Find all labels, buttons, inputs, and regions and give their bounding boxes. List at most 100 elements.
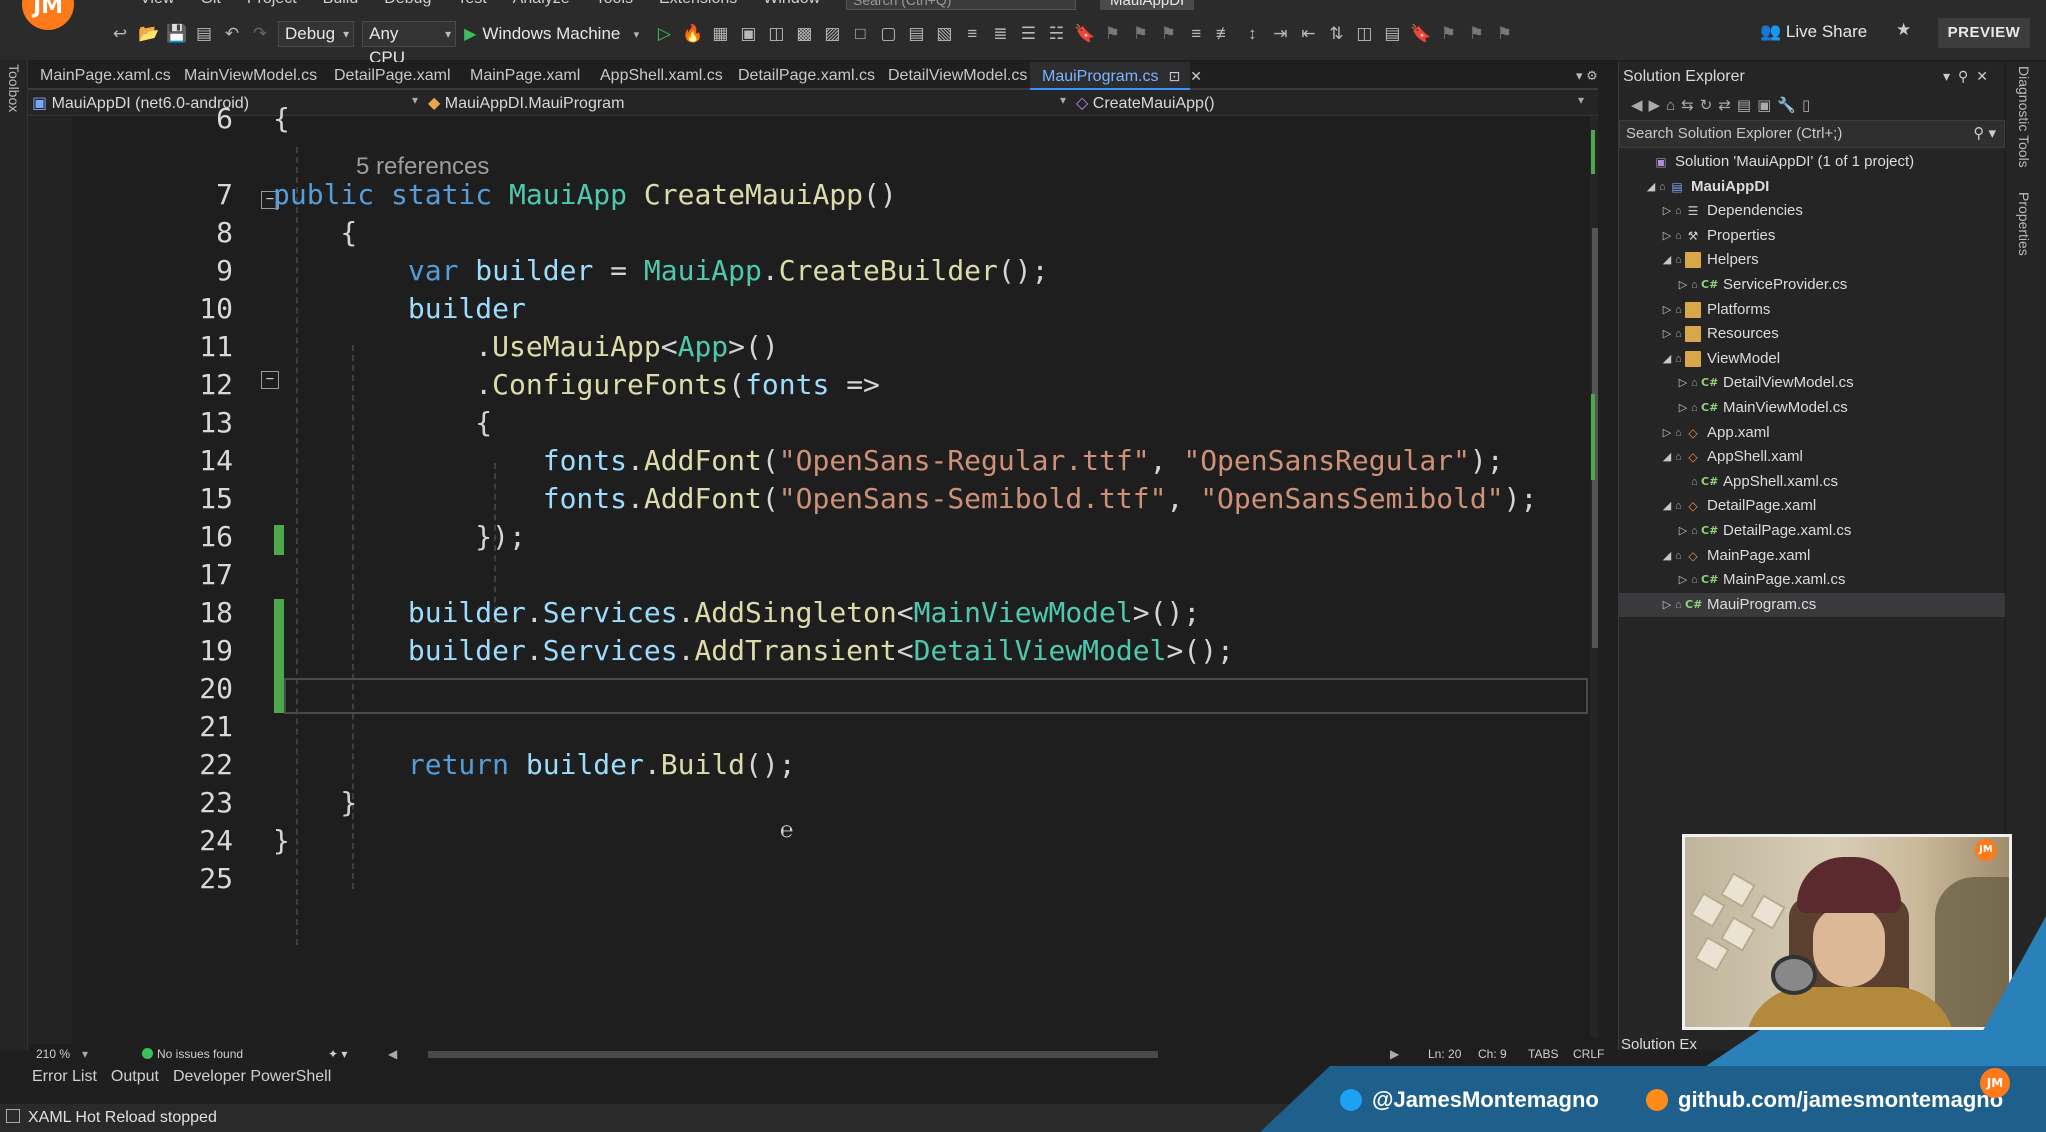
- panel-window-controls[interactable]: ▾⚲✕: [1943, 68, 1996, 85]
- toolbar-icon-h[interactable]: ▤: [906, 24, 926, 44]
- code-line[interactable]: 7 public static MauiApp CreateMauiApp(): [28, 176, 1588, 214]
- tree-item[interactable]: ▷ ⌂ C# DetailPage.xaml.cs: [1619, 519, 2005, 543]
- tab-mauiprogram-cs[interactable]: MauiProgram.cs ⊡ ✕: [1030, 62, 1202, 90]
- switch-views-icon[interactable]: ⇆: [1681, 97, 1700, 114]
- menu-item-debug[interactable]: Debug: [384, 0, 431, 10]
- toolbar-icon-r[interactable]: ⚑: [1466, 24, 1486, 44]
- solution-explorer-search-input[interactable]: Search Solution Explorer (Ctrl+;) ⚲ ▾: [1619, 120, 2005, 148]
- zoom-level[interactable]: 210 %: [36, 1047, 70, 1061]
- tree-item[interactable]: ◢ ⌂ Helpers: [1619, 248, 2005, 272]
- forward-icon[interactable]: ▶: [1649, 97, 1667, 114]
- tab-overflow-icon[interactable]: ▾ ⚙: [1576, 68, 1598, 84]
- preview-button[interactable]: PREVIEW: [1938, 18, 2030, 48]
- toolbar-icon-l[interactable]: ☰: [1018, 24, 1038, 44]
- menu-item-view[interactable]: View: [140, 0, 174, 10]
- menu-item-test[interactable]: Test: [457, 0, 486, 10]
- toolbar-icon-d[interactable]: ▩: [794, 24, 814, 44]
- code-line[interactable]: 25: [28, 860, 1588, 898]
- home-icon[interactable]: ⌂: [1666, 97, 1681, 114]
- uncomment-icon[interactable]: ≢: [1214, 24, 1234, 44]
- search-icon[interactable]: ⚲ ▾: [1973, 121, 1996, 147]
- horizontal-scrollbar-thumb[interactable]: [428, 1051, 1158, 1058]
- code-editor[interactable]: 5 references − − ℮ 6{7 public static Maui…: [28, 102, 1598, 1045]
- redo-icon[interactable]: ↷: [250, 24, 270, 44]
- diagnostic-tools-tab[interactable]: Diagnostic Tools: [2016, 66, 2032, 168]
- toolbar-icon-g[interactable]: ▢: [878, 24, 898, 44]
- toolbar-icon-i[interactable]: ▧: [934, 24, 954, 44]
- run-button[interactable]: ▶ Windows Machine ▾: [464, 24, 646, 44]
- code-line[interactable]: 9 var builder = MauiApp.CreateBuilder();: [28, 252, 1588, 290]
- live-share-button[interactable]: 👥 Live Share: [1760, 22, 1867, 42]
- tree-item[interactable]: ◢ ⌂ ◇ MainPage.xaml: [1619, 544, 2005, 568]
- code-line[interactable]: 19 builder.Services.AddTransient<DetailV…: [28, 632, 1588, 670]
- save-all-icon[interactable]: ▤: [194, 24, 214, 44]
- sort-icon[interactable]: ⇅: [1326, 24, 1346, 44]
- toolbar-icon-e[interactable]: ▨: [822, 24, 842, 44]
- bookmark-next-icon[interactable]: ⚑: [1130, 24, 1150, 44]
- code-line[interactable]: 21: [28, 708, 1588, 746]
- issues-indicator[interactable]: No issues found: [142, 1047, 243, 1061]
- feedback-icon[interactable]: ★: [1896, 20, 1911, 40]
- github-link[interactable]: github.com/jamesmontemagno: [1646, 1087, 2003, 1113]
- sync-icon[interactable]: ⇄: [1718, 97, 1737, 114]
- expand-arrow-icon[interactable]: ▷: [1677, 568, 1689, 592]
- indent-mode[interactable]: TABS: [1528, 1047, 1558, 1061]
- code-line[interactable]: 10 builder: [28, 290, 1588, 328]
- tree-item[interactable]: ◢ ⌂ ◇ AppShell.xaml: [1619, 445, 2005, 469]
- collapse-arrow-icon[interactable]: ◢: [1645, 175, 1657, 199]
- menu-item-window[interactable]: Window: [763, 0, 820, 10]
- tab-detailpage-xaml[interactable]: DetailPage.xaml: [322, 62, 458, 90]
- properties-wrench-icon[interactable]: 🔧: [1777, 97, 1802, 114]
- code-line[interactable]: 18 builder.Services.AddSingleton<MainVie…: [28, 594, 1588, 632]
- tree-item[interactable]: ▷ ⌂ Platforms: [1619, 298, 2005, 322]
- solution-explorer-footer-tab[interactable]: Solution Ex: [1621, 1036, 1697, 1053]
- expand-arrow-icon[interactable]: ▷: [1677, 519, 1689, 543]
- tree-item[interactable]: ◢ ⌂ ▤ MauiAppDI: [1619, 175, 2005, 199]
- show-all-files-icon[interactable]: ▣: [1757, 97, 1777, 114]
- code-line[interactable]: 17: [28, 556, 1588, 594]
- expand-arrow-icon[interactable]: ▷: [1677, 396, 1689, 420]
- toolbar-icon-c[interactable]: ◫: [766, 24, 786, 44]
- tree-item[interactable]: ▷ ⌂ C# DetailViewModel.cs: [1619, 371, 2005, 395]
- code-line[interactable]: 13 {: [28, 404, 1588, 442]
- format-icon[interactable]: ↕: [1242, 24, 1262, 44]
- toolbox-tab[interactable]: Toolbox: [6, 64, 22, 112]
- toolbar-icon-b[interactable]: ▣: [738, 24, 758, 44]
- tab-output[interactable]: Output: [111, 1068, 159, 1094]
- code-line[interactable]: 14 fonts.AddFont("OpenSans-Regular.ttf",…: [28, 442, 1588, 480]
- outdent-icon[interactable]: ⇤: [1298, 24, 1318, 44]
- tree-item[interactable]: ⌂ C# AppShell.xaml.cs: [1619, 470, 2005, 494]
- expand-arrow-icon[interactable]: ▷: [1661, 421, 1673, 445]
- toolbar-icon-o[interactable]: ▤: [1382, 24, 1402, 44]
- bookmark-prev-icon[interactable]: ⚑: [1102, 24, 1122, 44]
- close-icon[interactable]: ✕: [1190, 68, 1202, 84]
- line-ending[interactable]: CRLF: [1573, 1047, 1604, 1061]
- chevron-down-icon[interactable]: ▾: [626, 28, 646, 41]
- tree-item[interactable]: ▷ ⌂ ☰ Dependencies: [1619, 199, 2005, 223]
- toolbar-icon-j[interactable]: ≡: [962, 24, 982, 44]
- undo-icon[interactable]: ↶: [222, 24, 242, 44]
- code-line[interactable]: 6{: [28, 100, 1588, 138]
- expand-arrow-icon[interactable]: ▷: [1661, 298, 1673, 322]
- scroll-right-icon[interactable]: ▶: [1390, 1047, 1399, 1061]
- code-line[interactable]: 15 fonts.AddFont("OpenSans-Semibold.ttf"…: [28, 480, 1588, 518]
- code-line[interactable]: 24}: [28, 822, 1588, 860]
- tab-developer-powershell[interactable]: Developer PowerShell: [173, 1068, 331, 1094]
- tree-item[interactable]: ▷ ⌂ C# MainViewModel.cs: [1619, 396, 2005, 420]
- save-icon[interactable]: 💾: [166, 24, 187, 44]
- back-icon[interactable]: ◀: [1631, 97, 1649, 114]
- code-cleanup-icon[interactable]: ✦ ▾: [328, 1047, 347, 1061]
- collapse-all-icon[interactable]: ▤: [1737, 97, 1757, 114]
- expand-arrow-icon[interactable]: ▷: [1661, 199, 1673, 223]
- tab-detailviewmodel-cs[interactable]: DetailViewModel.cs: [876, 62, 1030, 90]
- tree-item[interactable]: ◢ ⌂ ViewModel: [1619, 347, 2005, 371]
- tree-item[interactable]: ▷ ⌂ Resources: [1619, 322, 2005, 346]
- indent-icon[interactable]: ⇥: [1270, 24, 1290, 44]
- tab-appshell-xaml-cs[interactable]: AppShell.xaml.cs: [588, 62, 726, 90]
- toolbar-icon-k[interactable]: ≣: [990, 24, 1010, 44]
- global-search-input[interactable]: Search (Ctrl+Q): [846, 0, 1076, 10]
- code-line[interactable]: 11 .UseMauiApp<App>(): [28, 328, 1588, 366]
- chevron-down-icon[interactable]: ▾: [82, 1047, 88, 1061]
- menu-item-git[interactable]: Git: [200, 0, 220, 10]
- navigate-back-icon[interactable]: ↩: [110, 24, 130, 44]
